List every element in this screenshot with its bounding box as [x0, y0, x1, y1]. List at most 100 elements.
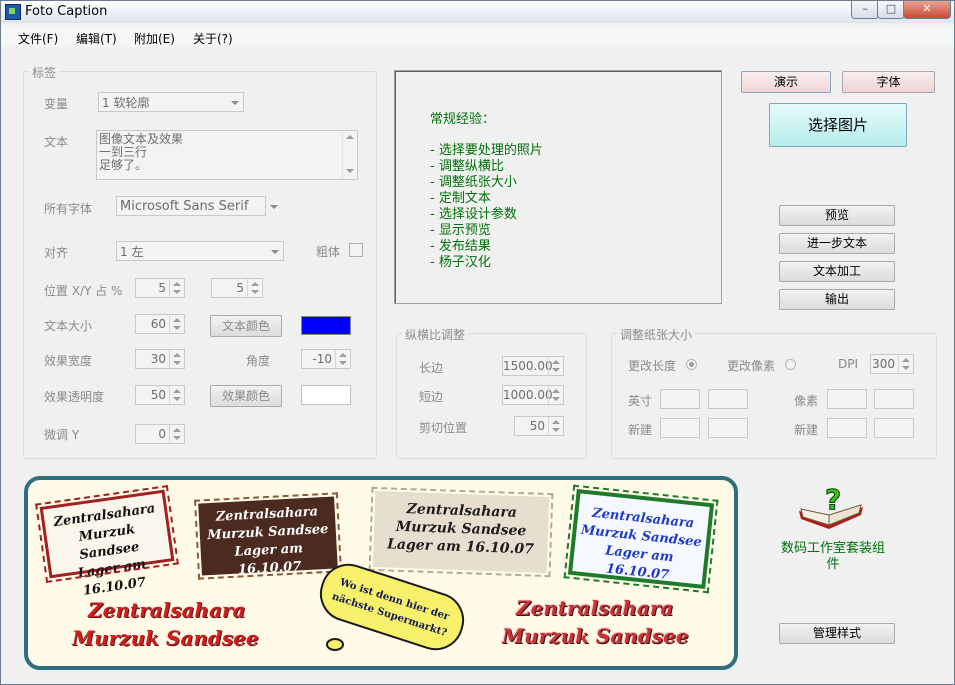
change-pixels-label: 更改像素	[727, 359, 776, 373]
spinner-arrows-icon[interactable]	[169, 425, 184, 443]
menu-edit[interactable]: 编辑(T)	[76, 30, 117, 47]
effect-color-button[interactable]: 效果颜色	[210, 385, 282, 407]
pixel-width-field[interactable]	[827, 389, 867, 409]
align-label: 对齐	[44, 246, 69, 260]
fine-y-spinner[interactable]: 0	[135, 424, 185, 444]
text-area[interactable]: 图像文本及效果 一到三行 足够了。	[96, 130, 358, 180]
text-area-scrollbar[interactable]	[342, 131, 357, 179]
spinner-arrows-icon[interactable]	[898, 355, 913, 373]
app-window: Foto Caption – □ ✕ 文件(F) 编辑(T) 附加(E) 关于(…	[0, 0, 955, 685]
change-pixels-radio[interactable]	[785, 359, 796, 370]
new-pixel-width-field[interactable]	[827, 418, 867, 438]
tips-heading: 常规经验：	[430, 112, 496, 127]
effect-opacity-value: 50	[150, 388, 166, 402]
fine-y-value: 0	[158, 427, 166, 441]
short-side-spinner[interactable]: 1000.00	[502, 385, 564, 405]
caption-stamp: Zentralsahara Murzuk Sandsee Lager am 16…	[563, 484, 719, 594]
preview-button[interactable]: 预览	[779, 205, 895, 226]
paper-size-group: 调整纸张大小 更改长度 更改像素 DPI 300 英寸 像素 新建 新建	[611, 326, 937, 459]
menu-bar: 文件(F) 编辑(T) 附加(E) 关于(?)	[1, 25, 954, 47]
red-caption-line: Murzuk Sandsee	[72, 626, 259, 650]
text-label: 文本	[44, 135, 69, 149]
new-inch-width-field[interactable]	[660, 418, 700, 438]
bold-label: 粗体	[316, 245, 341, 259]
angle-spinner[interactable]: -10	[301, 349, 351, 369]
align-select[interactable]: 1 左	[116, 241, 284, 261]
font-select[interactable]: Microsoft Sans Serif	[116, 196, 266, 216]
spinner-arrows-icon[interactable]	[548, 417, 563, 435]
red-caption-line: Zentralsahara	[516, 596, 674, 620]
variable-label: 变量	[44, 97, 69, 111]
new-label: 新建	[628, 423, 653, 437]
variable-value: 1 软轮廓	[102, 96, 150, 110]
effect-width-spinner[interactable]: 30	[135, 349, 185, 369]
spinner-arrows-icon[interactable]	[247, 279, 262, 297]
maximize-button[interactable]: □	[877, 1, 905, 19]
new-label: 新建	[794, 423, 819, 437]
pos-x-value: 5	[158, 281, 166, 295]
scroll-down-icon[interactable]	[346, 169, 354, 173]
new-inch-height-field[interactable]	[708, 418, 748, 438]
inch-width-field[interactable]	[660, 389, 700, 409]
minimize-button[interactable]: –	[851, 1, 879, 19]
long-side-value: 1500.00	[503, 359, 553, 373]
size-label: 文本大小	[44, 319, 93, 333]
variable-select[interactable]: 1 软轮廓	[98, 92, 244, 112]
new-pixel-height-field[interactable]	[874, 418, 914, 438]
menu-about[interactable]: 关于(?)	[193, 30, 233, 47]
pixel-label: 像素	[794, 394, 819, 408]
spinner-arrows-icon[interactable]	[169, 386, 184, 404]
paper-size-group-title: 调整纸张大小	[617, 326, 696, 343]
long-side-spinner[interactable]: 1500.00	[502, 356, 564, 376]
output-button[interactable]: 输出	[779, 289, 895, 310]
short-side-value: 1000.00	[503, 388, 553, 402]
font-value: Microsoft Sans Serif	[120, 199, 249, 214]
text-process-button[interactable]: 文本加工	[779, 261, 895, 282]
dpi-label: DPI	[838, 357, 859, 371]
size-value: 60	[150, 317, 166, 331]
tips-panel: 常规经验： - 选择要处理的照片 - 调整纵横比 - 调整纸张大小 - 定制文本…	[394, 70, 722, 304]
dpi-spinner[interactable]: 300	[870, 354, 914, 374]
menu-file[interactable]: 文件(F)	[18, 30, 58, 47]
text-color-button[interactable]: 文本颜色	[210, 315, 282, 337]
tip-item: - 杨子汉化	[430, 255, 491, 270]
long-side-label: 长边	[419, 361, 444, 375]
help-book-icon[interactable]: ?	[795, 483, 867, 533]
stamp-line: Lager am 16.10.07	[234, 541, 304, 578]
spinner-arrows-icon[interactable]	[548, 386, 563, 404]
scroll-up-icon[interactable]	[346, 135, 354, 139]
font-label: 所有字体	[44, 202, 93, 216]
font-dropdown-icon[interactable]	[270, 205, 278, 209]
effect-width-label: 效果宽度	[44, 354, 93, 368]
pos-y-spinner[interactable]: 5	[211, 278, 263, 298]
spinner-arrows-icon[interactable]	[169, 279, 184, 297]
demo-button[interactable]: 演示	[741, 71, 831, 93]
crop-position-spinner[interactable]: 50	[514, 416, 564, 436]
position-label: 位置 X/Y 占 %	[44, 284, 123, 298]
pos-x-spinner[interactable]: 5	[135, 278, 185, 298]
inch-height-field[interactable]	[708, 389, 748, 409]
effect-width-value: 30	[150, 352, 166, 366]
effect-opacity-spinner[interactable]: 50	[135, 385, 185, 405]
manage-styles-button[interactable]: 管理样式	[779, 623, 895, 644]
change-length-label: 更改长度	[628, 359, 677, 373]
spinner-arrows-icon[interactable]	[169, 315, 184, 333]
more-text-button[interactable]: 进一步文本	[779, 233, 895, 254]
promo-text[interactable]: 数码工作室套装组 件	[773, 541, 893, 573]
select-image-button[interactable]: 选择图片	[769, 103, 907, 147]
bold-checkbox[interactable]	[349, 243, 363, 257]
close-button[interactable]: ✕	[903, 1, 951, 19]
spinner-arrows-icon[interactable]	[335, 350, 350, 368]
menu-extra[interactable]: 附加(E)	[134, 30, 175, 47]
promo-text-line: 件	[826, 557, 840, 572]
spinner-arrows-icon[interactable]	[548, 357, 563, 375]
spinner-arrows-icon[interactable]	[169, 350, 184, 368]
change-length-radio[interactable]	[686, 359, 697, 370]
effect-color-swatch	[301, 385, 351, 405]
svg-text:?: ?	[825, 485, 841, 516]
pixel-height-field[interactable]	[874, 389, 914, 409]
caption-stamp: Zentralsahara Murzuk Sandsee Lager am 16…	[35, 484, 179, 599]
size-spinner[interactable]: 60	[135, 314, 185, 334]
align-value: 1 左	[120, 245, 144, 259]
font-button[interactable]: 字体	[842, 71, 935, 93]
